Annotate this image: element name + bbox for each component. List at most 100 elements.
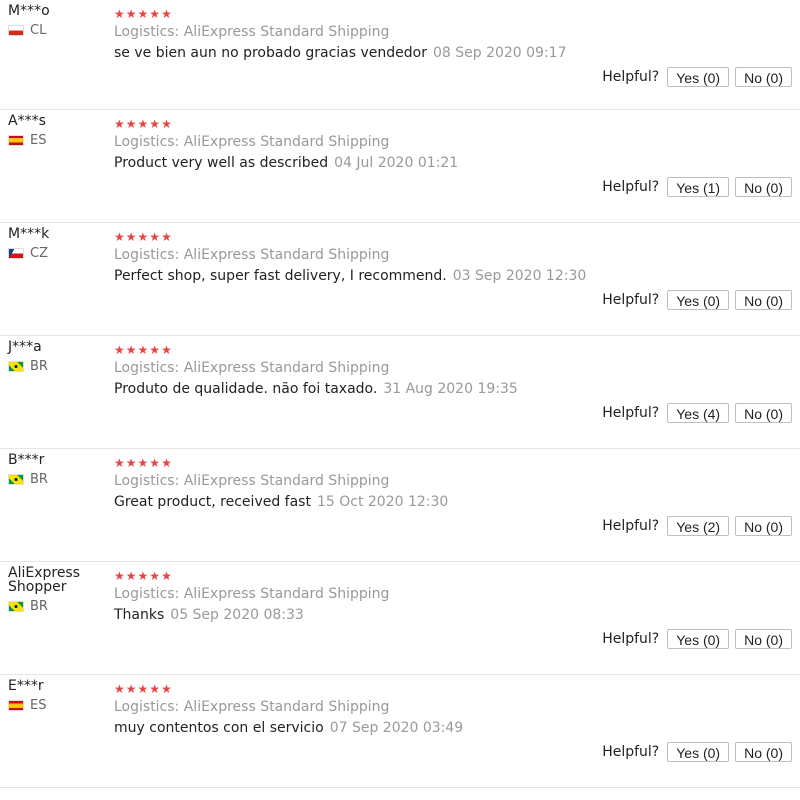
flag-brazil-icon <box>8 601 24 612</box>
helpful-yes-button[interactable]: Yes (0) <box>667 290 730 310</box>
helpful-no-button[interactable]: No (0) <box>735 629 792 649</box>
flag-brazil-icon <box>8 361 24 372</box>
review-date: 03 Sep 2020 12:30 <box>452 268 587 284</box>
star-icon: ★ <box>125 682 137 696</box>
star-icon: ★ <box>125 7 137 21</box>
helpful-label: Helpful? <box>602 405 660 421</box>
review-user: AliExpress Shopper BR <box>8 566 104 614</box>
flag-chile-icon <box>8 25 24 36</box>
rating-stars: ★ ★ ★ ★ ★ <box>114 231 792 243</box>
star-icon: ★ <box>161 682 172 696</box>
helpful-row: Helpful? Yes (0) No (0) <box>602 290 792 310</box>
star-icon: ★ <box>161 456 172 470</box>
helpful-no-button[interactable]: No (0) <box>735 177 792 197</box>
country: BR <box>8 472 104 487</box>
logistics-text: Logistics: AliExpress Standard Shipping <box>114 247 390 263</box>
star-icon: ★ <box>149 117 161 131</box>
star-icon: ★ <box>137 117 149 131</box>
helpful-no-button[interactable]: No (0) <box>735 290 792 310</box>
review-date: 05 Sep 2020 08:33 <box>170 607 304 623</box>
rating-stars: ★ ★ ★ ★ ★ <box>114 118 792 130</box>
country: CL <box>8 23 104 38</box>
helpful-yes-button[interactable]: Yes (2) <box>667 516 730 536</box>
helpful-yes-button[interactable]: Yes (4) <box>667 403 730 423</box>
country-code: ES <box>30 698 47 713</box>
username: M***k <box>8 226 50 242</box>
review-content: ★ ★ ★ ★ ★ Logistics: AliExpress Standard Shi… <box>114 683 792 737</box>
helpful-no-button[interactable]: No (0) <box>735 742 792 762</box>
star-icon: ★ <box>161 569 172 583</box>
star-icon: ★ <box>114 7 125 21</box>
flag-spain-icon <box>8 700 24 711</box>
star-icon: ★ <box>125 117 137 131</box>
review-line: se ve bien aun no probado gracias vended… <box>114 44 792 62</box>
star-icon: ★ <box>125 569 137 583</box>
star-icon: ★ <box>137 7 149 21</box>
star-icon: ★ <box>114 456 125 470</box>
flag-brazil-icon <box>8 474 24 485</box>
username: A***s <box>8 113 46 129</box>
helpful-no-button[interactable]: No (0) <box>735 403 792 423</box>
star-icon: ★ <box>114 117 125 131</box>
review-content: ★ ★ ★ ★ ★ Logistics: AliExpress Standard Shi… <box>114 344 792 398</box>
review-line: Produto de qualidade. não foi taxado. 31 … <box>114 380 792 398</box>
helpful-row: Helpful? Yes (0) No (0) <box>602 67 792 87</box>
helpful-label: Helpful? <box>602 292 660 308</box>
star-icon: ★ <box>137 456 149 470</box>
helpful-row: Helpful? Yes (2) No (0) <box>602 516 792 536</box>
logistics-text: Logistics: AliExpress Standard Shipping <box>114 699 390 715</box>
review-date: 15 Oct 2020 12:30 <box>316 494 449 510</box>
helpful-yes-button[interactable]: Yes (0) <box>667 67 730 87</box>
helpful-row: Helpful? Yes (4) No (0) <box>602 403 792 423</box>
review-line: Great product, received fast 15 Oct 2020 … <box>114 493 792 511</box>
star-icon: ★ <box>149 682 161 696</box>
helpful-yes-button[interactable]: Yes (0) <box>667 629 730 649</box>
review-line: muy contentos con el servicio 07 Sep 2020… <box>114 719 792 737</box>
country: ES <box>8 698 104 713</box>
review-item: M***o CL ★ ★ ★ ★ ★ Logistics: AliExpress Sta… <box>0 0 800 110</box>
review-line: Thanks 05 Sep 2020 08:33 <box>114 606 792 624</box>
helpful-yes-button[interactable]: Yes (1) <box>667 177 730 197</box>
review-text: muy contentos con el servicio <box>114 720 324 736</box>
star-icon: ★ <box>161 230 172 244</box>
username: M***o <box>8 3 50 19</box>
review-content: ★ ★ ★ ★ ★ Logistics: AliExpress Standard Shi… <box>114 231 792 285</box>
helpful-no-button[interactable]: No (0) <box>735 516 792 536</box>
logistics-text: Logistics: AliExpress Standard Shipping <box>114 586 390 602</box>
helpful-row: Helpful? Yes (0) No (0) <box>602 742 792 762</box>
logistics-text: Logistics: AliExpress Standard Shipping <box>114 24 390 40</box>
country-code: BR <box>30 359 48 374</box>
review-line: Perfect shop, super fast delivery, I rec… <box>114 267 792 285</box>
star-icon: ★ <box>114 230 125 244</box>
rating-stars: ★ ★ ★ ★ ★ <box>114 683 792 695</box>
country: BR <box>8 599 104 614</box>
username: E***r <box>8 678 44 694</box>
review-line: Product very well as described 04 Jul 202… <box>114 154 792 172</box>
star-icon: ★ <box>125 456 137 470</box>
logistics-text: Logistics: AliExpress Standard Shipping <box>114 134 390 150</box>
flag-czech-icon <box>8 248 24 259</box>
rating-stars: ★ ★ ★ ★ ★ <box>114 570 792 582</box>
country: BR <box>8 359 104 374</box>
rating-stars: ★ ★ ★ ★ ★ <box>114 8 792 20</box>
review-date: 08 Sep 2020 09:17 <box>432 45 567 61</box>
username: B***r <box>8 452 45 468</box>
helpful-no-button[interactable]: No (0) <box>735 67 792 87</box>
country: ES <box>8 133 104 148</box>
star-icon: ★ <box>149 7 161 21</box>
country-code: BR <box>30 472 48 487</box>
helpful-row: Helpful? Yes (1) No (0) <box>602 177 792 197</box>
logistics-text: Logistics: AliExpress Standard Shipping <box>114 360 390 376</box>
review-user: B***r BR <box>8 453 104 487</box>
review-date: 07 Sep 2020 03:49 <box>329 720 464 736</box>
review-text: Produto de qualidade. não foi taxado. <box>114 381 378 397</box>
review-item: B***r BR ★ ★ ★ ★ ★ Logistics: AliExpress Sta… <box>0 449 800 562</box>
helpful-yes-button[interactable]: Yes (0) <box>667 742 730 762</box>
star-icon: ★ <box>114 343 125 357</box>
star-icon: ★ <box>149 456 161 470</box>
rating-stars: ★ ★ ★ ★ ★ <box>114 344 792 356</box>
review-user: J***a BR <box>8 340 104 374</box>
star-icon: ★ <box>125 230 137 244</box>
review-item: E***r ES ★ ★ ★ ★ ★ Logistics: AliExpress Sta… <box>0 675 800 788</box>
username: AliExpress Shopper <box>8 565 81 595</box>
